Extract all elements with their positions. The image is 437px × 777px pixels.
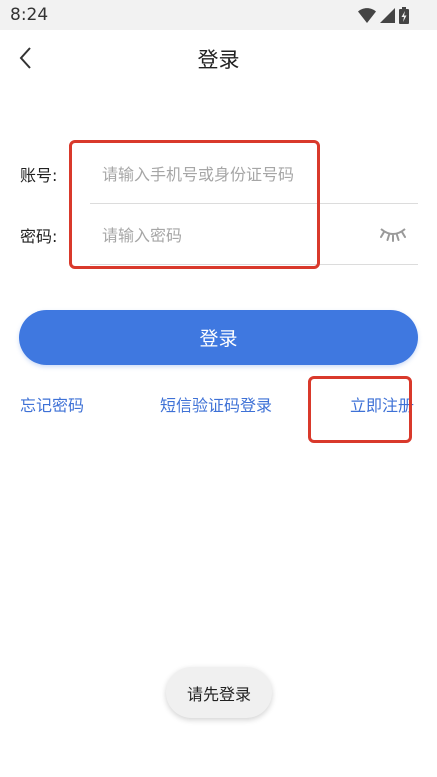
account-divider [90,203,418,204]
password-visibility-toggle[interactable] [379,223,407,245]
battery-charging-icon [399,6,409,24]
page-title: 登录 [197,48,240,72]
register-link[interactable]: 立即注册 [350,392,414,416]
password-label: 密码: [20,227,58,246]
password-field-row: 密码: [0,205,437,265]
password-divider [90,264,418,265]
nav-bar: 登录 [0,30,437,86]
password-input[interactable] [90,213,350,257]
login-button[interactable]: 登录 [19,310,418,365]
account-label: 账号: [20,166,58,185]
forgot-password-link[interactable]: 忘记密码 [20,392,84,416]
eye-closed-icon [380,228,406,242]
status-icons [358,6,409,24]
status-bar: 8:24 [0,0,437,30]
account-input[interactable] [90,152,350,196]
toast-message: 请先登录 [166,667,272,718]
sms-login-link[interactable]: 短信验证码登录 [160,392,272,416]
account-field-row: 账号: [0,144,437,204]
status-time: 8:24 [10,5,49,25]
signal-icon [380,7,395,23]
wifi-icon [358,7,376,23]
